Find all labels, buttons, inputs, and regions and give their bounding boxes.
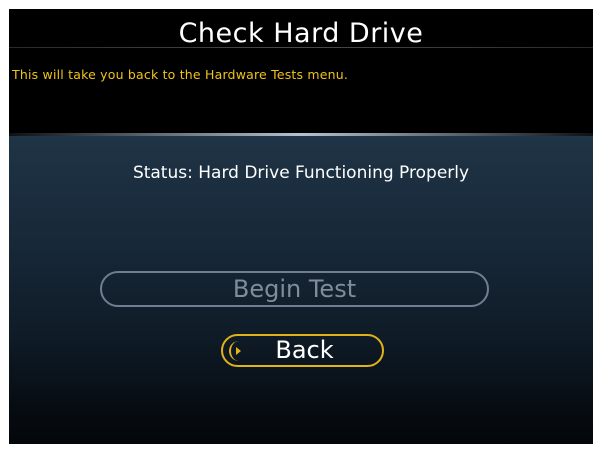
back-button[interactable]: Back [221,334,384,367]
page-title: Check Hard Drive [178,18,424,49]
game-menu-screen: Check Hard Drive This will take you back… [9,9,593,444]
begin-test-button[interactable]: Begin Test [100,271,489,307]
main-panel: Status: Hard Drive Functioning Properly … [9,136,593,444]
header: Check Hard Drive This will take you back… [9,9,593,135]
back-button-label: Back [275,336,334,364]
help-text: This will take you back to the Hardware … [12,67,349,82]
title-divider [9,47,593,48]
status-text: Status: Hard Drive Functioning Properly [132,163,470,183]
